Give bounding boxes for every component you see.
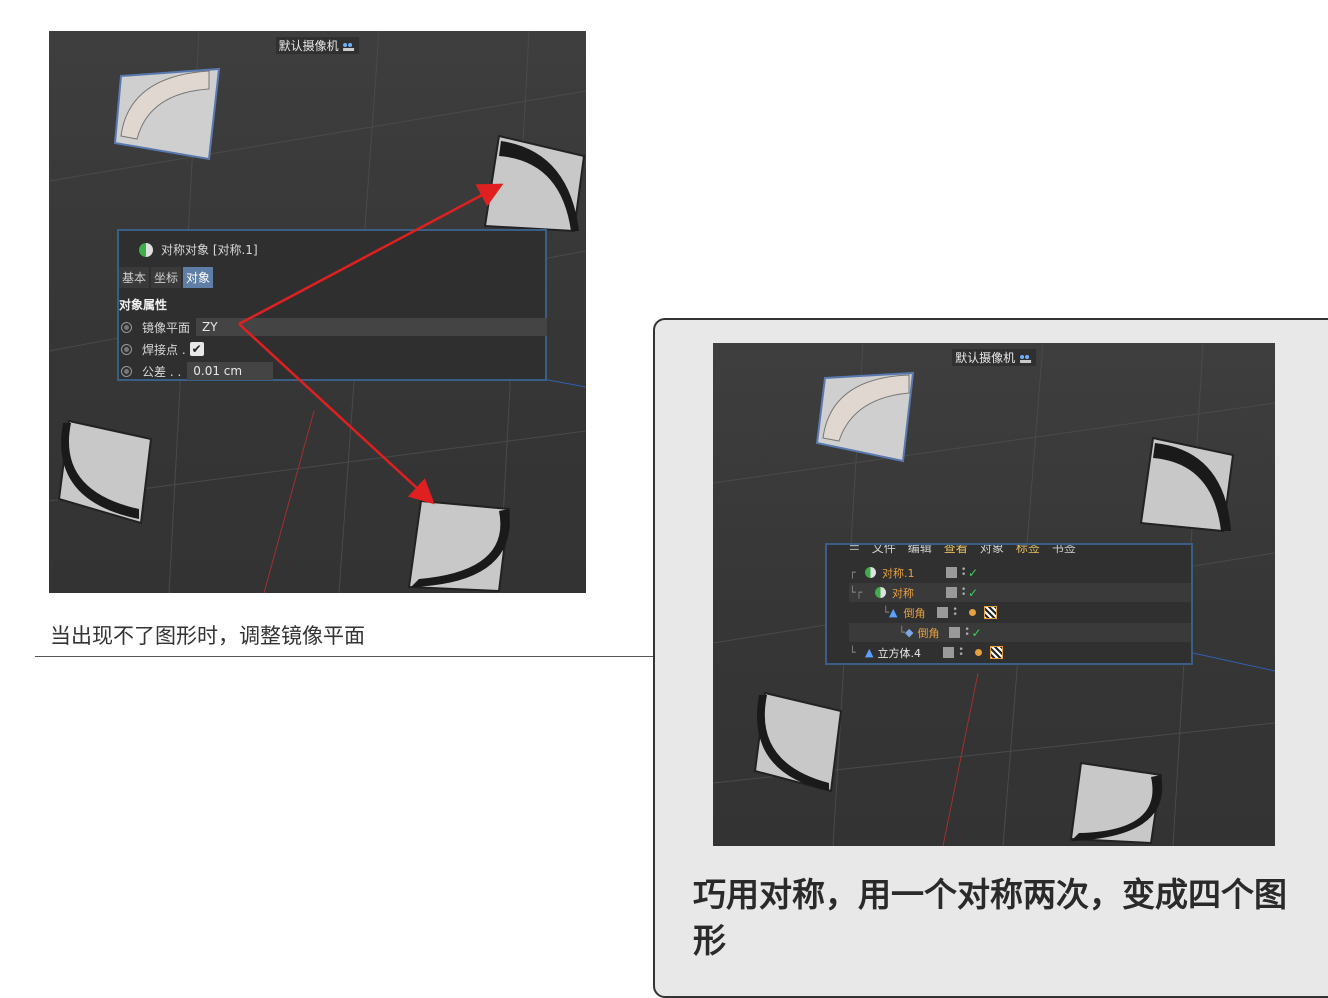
weld-row: 焊接点 . ✔ — [119, 339, 547, 359]
caption-left: 当出现不了图形时，调整镜像平面 — [50, 624, 365, 648]
cube-icon: ◆ — [905, 626, 914, 639]
layer-icon — [937, 607, 949, 618]
attribute-tabs: 基本 坐标 对象 — [119, 267, 214, 288]
shape-bottom-right — [407, 499, 511, 593]
panel-title-text: 对称对象 [对称.1] — [161, 243, 258, 257]
weld-radio[interactable] — [121, 343, 132, 355]
object-row[interactable]: └ ▲ 倒角 • • — [849, 603, 1191, 622]
mirror-plane-dropdown[interactable]: ZY — [196, 318, 547, 336]
caption-right: 巧用对称，用一个对称两次，变成四个图形 — [693, 875, 1287, 960]
symmetry-object-icon — [139, 242, 153, 257]
tag-icon — [969, 609, 977, 616]
divider-line — [35, 656, 657, 657]
attribute-panel: 对称对象 [对称.1] 基本 坐标 对象 对象属性 镜像平面 ZY 焊接点 . … — [117, 229, 547, 381]
object-name: 倒角 — [917, 626, 940, 640]
menu-view[interactable]: 查看 — [944, 545, 968, 556]
mirror-plane-label: 镜像平面 — [142, 320, 191, 335]
bevel-icon: ▲ — [865, 646, 874, 659]
viewport-right[interactable]: 默认摄像机 ☰ 文件 编辑 查看 对象 标签 书签 ┌ 对称.1 • • ✓ └┌ … — [713, 343, 1275, 846]
viewport-left[interactable]: 默认摄像机 对称对象 [对称.1] 基本 坐标 对象 对象属性 镜像平面 ZY … — [49, 31, 586, 593]
shape-top-right-2 — [1139, 436, 1235, 533]
camera-label: 默认摄像机 — [275, 37, 360, 54]
shape-bottom-left-2 — [753, 691, 843, 793]
section-title: 对象属性 — [119, 298, 168, 312]
shape-bottom-right-2 — [1069, 761, 1163, 845]
material-tag-icon[interactable] — [990, 646, 1004, 659]
camera-icon — [343, 42, 355, 51]
symmetry-icon — [865, 567, 876, 578]
mirror-plane-row: 镜像平面 ZY — [119, 317, 547, 337]
tag-icon — [975, 649, 983, 656]
mirror-plane-radio[interactable] — [121, 321, 132, 333]
weld-checkbox[interactable]: ✔ — [189, 342, 204, 356]
object-row[interactable]: └┌ 对称 • • ✓ — [849, 583, 1191, 602]
enabled-check-icon[interactable]: ✓ — [968, 586, 978, 600]
panel-title: 对称对象 [对称.1] — [139, 241, 258, 258]
shape-top-right — [483, 134, 586, 233]
tab-object[interactable]: 对象 — [183, 267, 214, 288]
object-manager: ☰ 文件 编辑 查看 对象 标签 书签 ┌ 对称.1 • • ✓ └┌ 对称 • • ✓… — [825, 543, 1193, 665]
menu-tags[interactable]: 标签 — [1016, 545, 1040, 556]
tolerance-row: 公差 . . 0.01 cm — [119, 361, 547, 381]
layer-icon — [946, 587, 957, 598]
weld-label: 焊接点 . — [142, 342, 186, 357]
layer-icon — [943, 647, 955, 658]
object-manager-menu: ☰ 文件 编辑 查看 对象 标签 书签 — [849, 545, 1076, 556]
shape-top-left-2 — [815, 371, 915, 463]
menu-icon[interactable]: ☰ — [849, 545, 860, 556]
tab-coord[interactable]: 坐标 — [151, 267, 182, 288]
shape-bottom-left — [57, 419, 153, 525]
enabled-check-icon[interactable]: ✓ — [971, 626, 981, 640]
menu-bookmarks[interactable]: 书签 — [1052, 545, 1076, 556]
layer-icon — [949, 627, 961, 638]
symmetry-icon — [875, 587, 886, 598]
object-row[interactable]: ┌ 对称.1 • • ✓ — [849, 563, 1191, 582]
camera-label-2: 默认摄像机 — [952, 349, 1036, 366]
tolerance-radio[interactable] — [121, 365, 132, 377]
material-tag-icon[interactable] — [984, 606, 998, 619]
object-row[interactable]: └ ◆ 倒角 • • ✓ — [849, 623, 1191, 642]
object-name: 倒角 — [903, 606, 926, 620]
menu-object[interactable]: 对象 — [980, 545, 1004, 556]
camera-icon — [1019, 354, 1031, 363]
bevel-icon: ▲ — [889, 606, 898, 619]
menu-file[interactable]: 文件 — [872, 545, 896, 556]
tolerance-input[interactable]: 0.01 cm — [187, 362, 274, 380]
object-name: 对称.1 — [882, 566, 915, 580]
tab-basic[interactable]: 基本 — [119, 267, 150, 288]
menu-edit[interactable]: 编辑 — [908, 545, 932, 556]
object-name: 对称 — [892, 586, 914, 600]
enabled-check-icon[interactable]: ✓ — [968, 566, 978, 580]
shape-top-left — [113, 67, 221, 161]
layer-icon — [946, 567, 957, 578]
tolerance-label: 公差 . . — [142, 364, 182, 379]
object-name: 立方体.4 — [877, 646, 921, 660]
object-row[interactable]: └ ▲ 立方体.4 • • — [849, 643, 1191, 662]
